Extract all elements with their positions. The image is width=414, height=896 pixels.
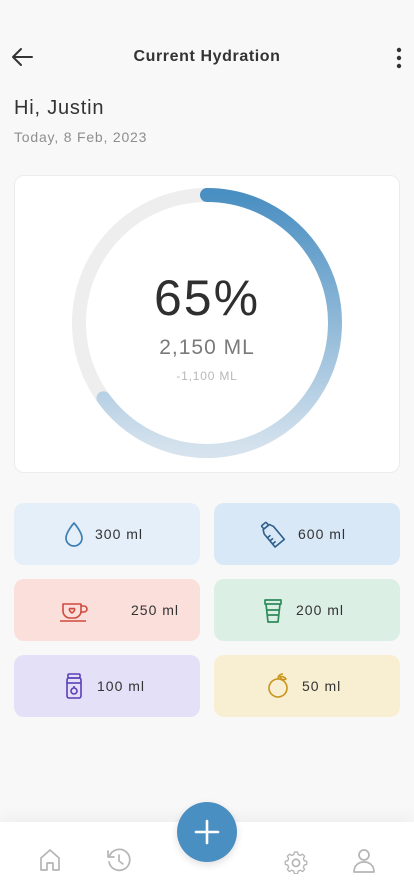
page-title: Current Hydration <box>133 48 281 65</box>
drink-label: 250 ml <box>131 602 180 618</box>
drink-label: 200 ml <box>296 602 345 618</box>
drink-label: 300 ml <box>95 526 144 542</box>
app-header: Current Hydration <box>0 38 414 78</box>
add-icon <box>194 819 220 845</box>
add-water-button[interactable] <box>177 802 237 862</box>
drink-label: 50 ml <box>302 678 342 694</box>
takeaway-cup-icon <box>264 599 282 623</box>
water-drop-icon <box>65 522 83 547</box>
greeting: Hi, Justin <box>14 97 105 119</box>
coffee-cup-icon <box>60 603 88 622</box>
date-label: Today, 8 Feb, 2023 <box>14 129 148 145</box>
history-icon[interactable] <box>105 846 133 874</box>
profile-icon[interactable] <box>350 846 378 874</box>
remaining-amount: -1,100 ML <box>176 369 238 383</box>
consumed-amount: 2,150 ML <box>159 336 255 359</box>
drink-button-600ml[interactable]: 600 ml <box>214 503 400 565</box>
settings-icon[interactable] <box>282 846 310 874</box>
drink-button-100ml[interactable]: 100 ml <box>14 655 200 717</box>
drink-button-200ml[interactable]: 200 ml <box>214 579 400 641</box>
home-icon[interactable] <box>36 846 64 874</box>
drink-button-50ml[interactable]: 50 ml <box>214 655 400 717</box>
fruit-icon <box>268 673 288 698</box>
drink-label: 600 ml <box>298 526 347 542</box>
progress-percent: 65% <box>153 270 261 326</box>
drink-button-250ml[interactable]: 250 ml <box>14 579 200 641</box>
drink-button-300ml[interactable]: 300 ml <box>14 503 200 565</box>
bottle-icon <box>260 521 286 548</box>
drink-label: 100 ml <box>97 678 146 694</box>
more-vertical-icon[interactable] <box>392 44 406 72</box>
jar-icon <box>66 673 82 699</box>
hydration-progress-card: 65% 2,150 ML -1,100 ML <box>14 175 400 473</box>
